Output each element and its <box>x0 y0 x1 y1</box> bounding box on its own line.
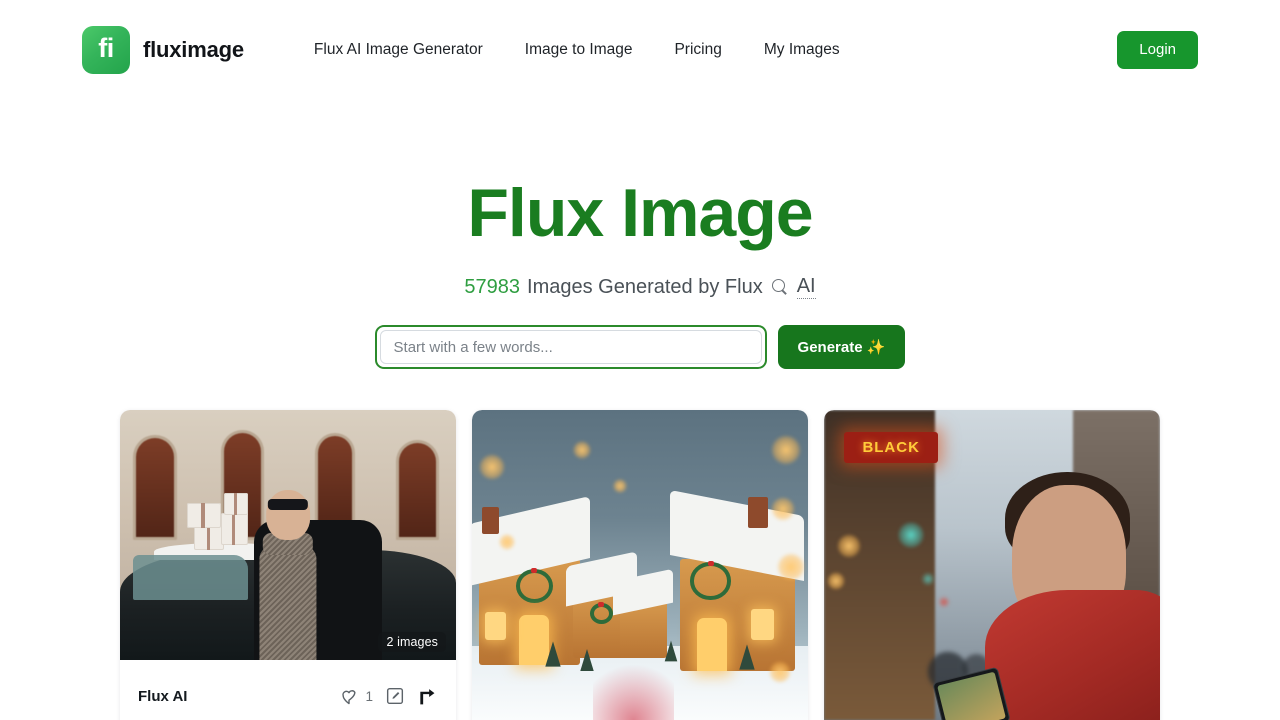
prompt-bar: Generate ✨ <box>0 325 1280 370</box>
gallery-card[interactable] <box>472 410 808 720</box>
heart-icon <box>342 690 357 705</box>
card-title: Flux AI <box>138 687 188 705</box>
like-count: 1 <box>365 688 373 704</box>
card-footer: Flux AI 1 <box>120 660 456 720</box>
page-title: Flux Image <box>467 175 813 251</box>
card-thumbnail[interactable]: 2 images <box>120 410 456 661</box>
login-button[interactable]: Login <box>1117 31 1198 69</box>
image-gallery: 2 images Flux AI 1 BLACK <box>0 410 1280 720</box>
main-navigation: Flux AI Image Generator Image to Image P… <box>314 41 840 59</box>
generated-image-gingerbread-village <box>472 410 808 720</box>
card-thumbnail[interactable] <box>472 410 808 720</box>
nav-item-flux-ai-image-generator[interactable]: Flux AI Image Generator <box>314 41 483 59</box>
card-thumbnail[interactable]: BLACK <box>824 410 1160 720</box>
brand-logo[interactable]: fi fluximage <box>82 26 244 74</box>
brand-name: fluximage <box>143 37 244 62</box>
generated-counter: 57983 Images Generated by Flux AI <box>0 275 1280 300</box>
fluximage-logo-icon: fi <box>82 26 130 74</box>
gallery-card[interactable]: BLACK <box>824 410 1160 720</box>
edit-icon <box>386 688 404 705</box>
search-icon <box>771 278 789 296</box>
gallery-card[interactable]: 2 images Flux AI 1 <box>120 410 456 720</box>
nav-item-my-images[interactable]: My Images <box>764 41 840 59</box>
prompt-input[interactable] <box>379 330 762 365</box>
edit-button[interactable] <box>385 686 405 706</box>
generated-count: 57983 <box>464 275 521 298</box>
generate-button[interactable]: Generate ✨ <box>777 325 906 370</box>
like-button[interactable]: 1 <box>339 686 373 706</box>
generated-image-street-man-phone: BLACK <box>824 410 1160 720</box>
image-count-badge: 2 images <box>378 632 446 653</box>
prompt-input-ring <box>374 325 767 370</box>
generated-image-winter-woman <box>120 410 456 661</box>
share-icon <box>420 688 435 705</box>
nav-item-image-to-image[interactable]: Image to Image <box>525 41 633 59</box>
neon-sign-text: BLACK <box>844 432 939 464</box>
hero-section: Flux Image 57983 Images Generated by Flu… <box>0 100 1280 370</box>
site-header: fi fluximage Flux AI Image Generator Ima… <box>0 0 1280 100</box>
share-button[interactable] <box>417 686 438 707</box>
nav-item-pricing[interactable]: Pricing <box>674 41 721 59</box>
card-actions: 1 <box>339 686 438 707</box>
generated-caption: Images Generated by Flux <box>527 275 763 298</box>
ai-abbreviation[interactable]: AI <box>796 275 816 300</box>
